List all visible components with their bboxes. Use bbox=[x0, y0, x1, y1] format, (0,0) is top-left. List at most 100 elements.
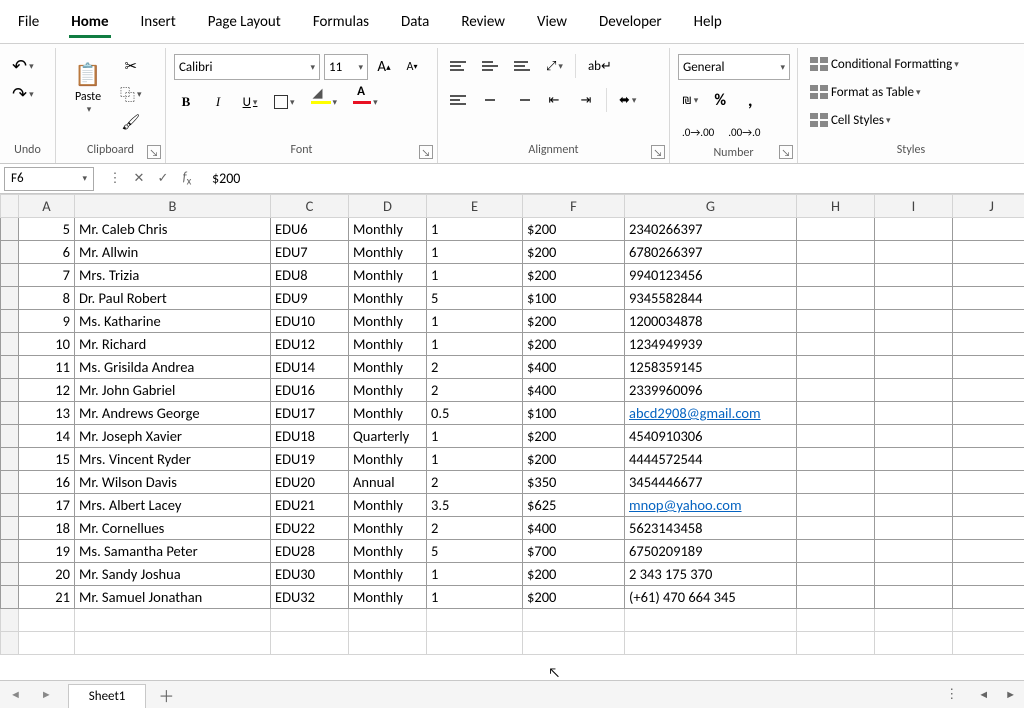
cell[interactable] bbox=[797, 241, 875, 264]
row-header[interactable] bbox=[1, 494, 19, 517]
cell[interactable]: 19 bbox=[19, 540, 75, 563]
cell[interactable] bbox=[953, 563, 1024, 586]
cell[interactable]: EDU12 bbox=[271, 333, 349, 356]
cell[interactable]: Mr. Andrews George bbox=[75, 402, 271, 425]
align-center-button[interactable] bbox=[478, 88, 502, 112]
cell[interactable]: 1 bbox=[427, 448, 523, 471]
menu-data[interactable]: Data bbox=[385, 3, 445, 41]
cell[interactable] bbox=[797, 425, 875, 448]
cell[interactable] bbox=[875, 333, 953, 356]
cell[interactable]: Monthly bbox=[349, 402, 427, 425]
cell[interactable]: $100 bbox=[523, 287, 625, 310]
align-right-button[interactable] bbox=[510, 88, 534, 112]
cell[interactable] bbox=[797, 517, 875, 540]
cell[interactable]: 2 bbox=[427, 471, 523, 494]
cell[interactable]: 4540910306 bbox=[625, 425, 797, 448]
cell[interactable]: $200 bbox=[523, 218, 625, 241]
comma-format-button[interactable]: , bbox=[738, 88, 762, 112]
cell[interactable]: 21 bbox=[19, 586, 75, 609]
cell[interactable] bbox=[875, 632, 953, 655]
cell[interactable] bbox=[797, 586, 875, 609]
cell[interactable]: 1200034878 bbox=[625, 310, 797, 333]
col-header[interactable]: F bbox=[523, 195, 625, 218]
cell[interactable]: Mr. Cornellues bbox=[75, 517, 271, 540]
increase-indent-button[interactable]: ⇥ bbox=[574, 88, 598, 112]
cell[interactable]: Mr. Richard bbox=[75, 333, 271, 356]
cell[interactable] bbox=[427, 609, 523, 632]
name-box[interactable]: F6 ▾ bbox=[4, 167, 94, 191]
cell[interactable] bbox=[797, 471, 875, 494]
cell[interactable] bbox=[75, 609, 271, 632]
cell[interactable]: EDU8 bbox=[271, 264, 349, 287]
cell[interactable] bbox=[953, 287, 1024, 310]
cell[interactable] bbox=[953, 402, 1024, 425]
cell[interactable] bbox=[523, 609, 625, 632]
conditional-formatting-button[interactable]: Conditional Formatting ▾ bbox=[806, 52, 996, 76]
tab-nav-next[interactable]: ► bbox=[31, 688, 62, 701]
cell[interactable]: $200 bbox=[523, 264, 625, 287]
orientation-button[interactable]: ⤢▾ bbox=[542, 54, 567, 78]
cell[interactable] bbox=[953, 471, 1024, 494]
cell[interactable] bbox=[271, 609, 349, 632]
cell[interactable]: 1 bbox=[427, 425, 523, 448]
cell[interactable]: 2 bbox=[427, 517, 523, 540]
cell[interactable]: mnop@yahoo.com bbox=[625, 494, 797, 517]
row-header[interactable] bbox=[1, 356, 19, 379]
decrease-font-button[interactable]: A▾ bbox=[400, 55, 424, 79]
cell[interactable]: 12 bbox=[19, 379, 75, 402]
cell[interactable] bbox=[953, 517, 1024, 540]
cell[interactable]: Monthly bbox=[349, 379, 427, 402]
cell[interactable] bbox=[953, 356, 1024, 379]
cell[interactable] bbox=[953, 632, 1024, 655]
cell[interactable]: 10 bbox=[19, 333, 75, 356]
cell[interactable]: EDU17 bbox=[271, 402, 349, 425]
menu-help[interactable]: Help bbox=[678, 3, 738, 41]
percent-format-button[interactable] bbox=[708, 88, 732, 112]
col-header[interactable]: J bbox=[953, 195, 1024, 218]
cell[interactable]: 1 bbox=[427, 264, 523, 287]
cell[interactable]: Ms. Grisilda Andrea bbox=[75, 356, 271, 379]
cell[interactable] bbox=[875, 356, 953, 379]
menu-home[interactable]: Home bbox=[55, 3, 124, 41]
cell[interactable] bbox=[875, 494, 953, 517]
cell[interactable]: Monthly bbox=[349, 494, 427, 517]
align-middle-button[interactable] bbox=[478, 54, 502, 78]
cell[interactable] bbox=[875, 241, 953, 264]
cell[interactable] bbox=[875, 563, 953, 586]
cell[interactable]: 1258359145 bbox=[625, 356, 797, 379]
cell[interactable] bbox=[797, 402, 875, 425]
cell[interactable]: $200 bbox=[523, 586, 625, 609]
cell[interactable] bbox=[875, 586, 953, 609]
cell[interactable]: $625 bbox=[523, 494, 625, 517]
cell[interactable] bbox=[875, 310, 953, 333]
cell[interactable] bbox=[875, 425, 953, 448]
cell[interactable] bbox=[953, 264, 1024, 287]
formula-input[interactable]: $200 bbox=[204, 168, 1024, 189]
scroll-right-button[interactable]: ► bbox=[997, 688, 1024, 701]
cell[interactable]: 2 343 175 370 bbox=[625, 563, 797, 586]
scroll-left-button[interactable]: ◄ bbox=[970, 688, 997, 701]
cell[interactable]: Mr. Wilson Davis bbox=[75, 471, 271, 494]
row-header[interactable] bbox=[1, 218, 19, 241]
cell[interactable]: $200 bbox=[523, 241, 625, 264]
cell[interactable]: 5 bbox=[19, 218, 75, 241]
cell[interactable]: 9 bbox=[19, 310, 75, 333]
cell[interactable]: $200 bbox=[523, 563, 625, 586]
cell[interactable] bbox=[953, 333, 1024, 356]
wrap-text-button[interactable]: ab↵ bbox=[584, 54, 616, 78]
cell[interactable]: $200 bbox=[523, 333, 625, 356]
cell[interactable]: 1 bbox=[427, 310, 523, 333]
cell[interactable]: 4444572544 bbox=[625, 448, 797, 471]
cell[interactable]: 1 bbox=[427, 563, 523, 586]
cell[interactable] bbox=[875, 264, 953, 287]
sheet-tab[interactable]: Sheet1 bbox=[68, 684, 147, 708]
row-header[interactable] bbox=[1, 632, 19, 655]
cell[interactable]: 1 bbox=[427, 586, 523, 609]
cell[interactable]: Monthly bbox=[349, 264, 427, 287]
menu-formulas[interactable]: Formulas bbox=[297, 3, 385, 41]
cell[interactable]: 9345582844 bbox=[625, 287, 797, 310]
cancel-formula-button[interactable]: ✕ bbox=[128, 171, 150, 186]
cell[interactable]: Monthly bbox=[349, 517, 427, 540]
cell[interactable]: EDU14 bbox=[271, 356, 349, 379]
menu-review[interactable]: Review bbox=[445, 3, 521, 41]
